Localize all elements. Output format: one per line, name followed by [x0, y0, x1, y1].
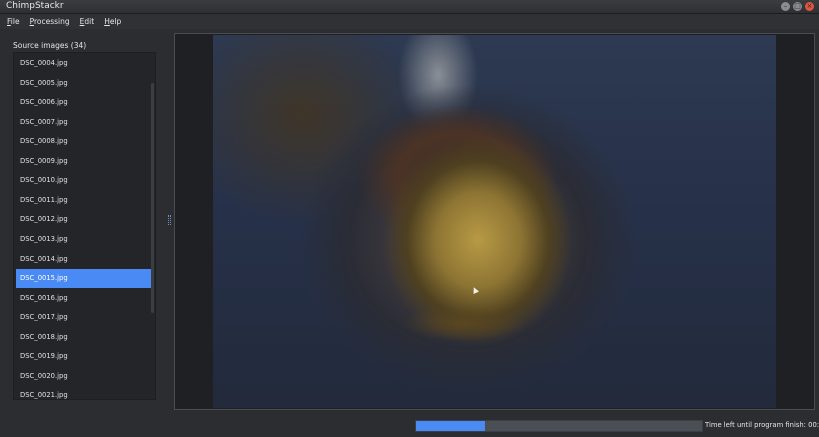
progress-bar-fill [416, 421, 485, 431]
file-list-item[interactable]: DSC_0018.jpg [16, 328, 151, 347]
file-list-item[interactable]: DSC_0013.jpg [16, 230, 151, 249]
file-list-item[interactable]: DSC_0004.jpg [16, 54, 151, 73]
file-list-item[interactable]: DSC_0010.jpg [16, 171, 151, 190]
menu-label-rest: ile [10, 17, 20, 26]
list-scrollbar[interactable] [151, 83, 154, 313]
file-list-item[interactable]: DSC_0017.jpg [16, 308, 151, 327]
minimize-button[interactable]: – [781, 2, 790, 11]
menu-bar: File Processing Edit Help [0, 14, 819, 29]
file-list-item[interactable]: DSC_0008.jpg [16, 132, 151, 151]
menu-file[interactable]: File [2, 14, 25, 29]
window-controls: – □ × [781, 2, 814, 11]
file-list-item[interactable]: DSC_0014.jpg [16, 250, 151, 269]
close-icon: × [806, 2, 813, 10]
minimize-icon: – [783, 2, 788, 10]
file-list-item[interactable]: DSC_0011.jpg [16, 191, 151, 210]
file-list-item[interactable]: DSC_0012.jpg [16, 210, 151, 229]
mouse-cursor-icon [471, 286, 479, 294]
menu-help[interactable]: Help [99, 14, 126, 29]
time-left-text: Time left until program finish: 00:03:43 [705, 421, 819, 429]
file-list-item[interactable]: DSC_0009.jpg [16, 152, 151, 171]
file-list-item[interactable]: DSC_0007.jpg [16, 113, 151, 132]
preview-image [213, 35, 776, 408]
file-list-item[interactable]: DSC_0015.jpg [16, 269, 151, 289]
menu-processing[interactable]: Processing [25, 14, 75, 29]
maximize-icon: □ [794, 2, 801, 10]
source-images-label: Source images (34) [13, 41, 87, 50]
file-list-item[interactable]: DSC_0006.jpg [16, 93, 151, 112]
file-list-item[interactable]: DSC_0019.jpg [16, 347, 151, 366]
title-bar: ChimpStackr – □ × [0, 0, 819, 14]
window-title: ChimpStackr [6, 1, 64, 11]
menu-edit[interactable]: Edit [75, 14, 100, 29]
menu-label-rest: dit [84, 17, 95, 26]
menu-label-rest: elp [109, 17, 122, 26]
file-list-item[interactable]: DSC_0005.jpg [16, 74, 151, 93]
progress-bar [415, 420, 703, 432]
file-list-item[interactable]: DSC_0016.jpg [16, 289, 151, 308]
file-list-item[interactable]: DSC_0020.jpg [16, 367, 151, 386]
menu-label-rest: rocessing [33, 17, 70, 26]
panel-splitter-handle[interactable] [168, 215, 171, 225]
file-list-item[interactable]: DSC_0021.jpg [16, 386, 151, 399]
maximize-button[interactable]: □ [793, 2, 802, 11]
close-button[interactable]: × [805, 2, 814, 11]
image-viewer[interactable] [174, 33, 815, 410]
source-images-list[interactable]: DSC_0004.jpg DSC_0005.jpg DSC_0006.jpg DSC_… [13, 52, 156, 400]
